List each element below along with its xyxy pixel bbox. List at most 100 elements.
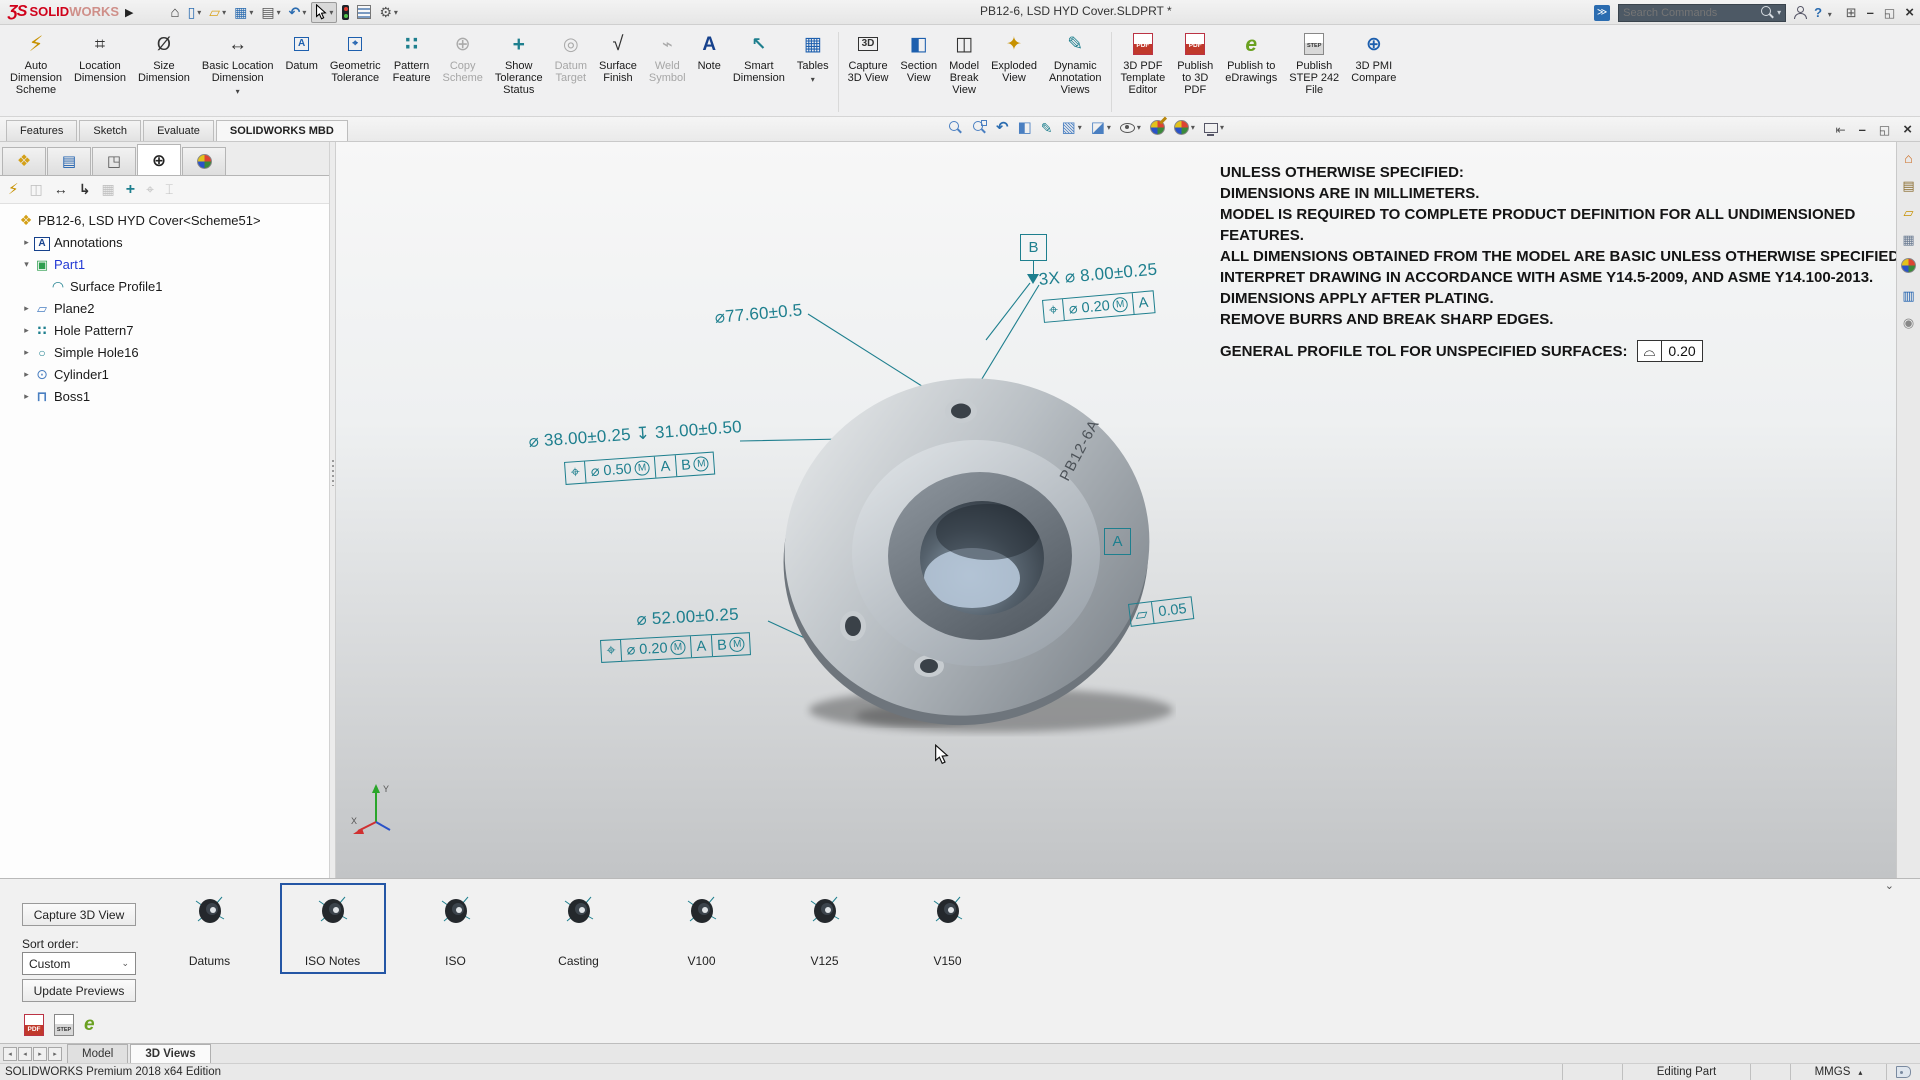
chevron-down-icon[interactable]: ▾ [302, 8, 306, 17]
pattern-feature-button[interactable]: ∷PatternFeature [387, 28, 437, 116]
panel-tab-featuremanager[interactable]: ❖ [2, 147, 46, 175]
chevron-down-icon[interactable]: ▾ [236, 86, 240, 98]
expand-toolbar-button[interactable]: ⊞ [1846, 4, 1857, 22]
settings-button[interactable]: ⚙▾ [376, 2, 401, 23]
chevron-down-icon[interactable]: ▾ [1107, 123, 1111, 132]
general-notes[interactable]: UNLESS OTHERWISE SPECIFIED:DIMENSIONS AR… [1220, 162, 1896, 330]
panel-tab-dimxpertmanager[interactable]: ⊕ [137, 144, 181, 175]
help-button[interactable]: ? ▾ [1814, 5, 1832, 20]
new-document-button[interactable]: ▯▾ [185, 2, 205, 23]
chevron-down-icon[interactable]: ▾ [1220, 123, 1224, 132]
undo-button[interactable]: ↶▾ [286, 2, 310, 23]
capture-3d-view-button[interactable]: Capture 3D View [22, 903, 136, 926]
publish-step-242-file-button[interactable]: STEPPublishSTEP 242File [1283, 28, 1345, 116]
edit-appearance-button[interactable] [1150, 120, 1165, 135]
chevron-down-icon[interactable]: ▾ [1078, 123, 1082, 132]
select-button[interactable]: ▾ [311, 2, 337, 23]
smart-dimension-button[interactable]: ↖SmartDimension [727, 28, 791, 116]
home-button[interactable]: ⌂ [168, 2, 183, 23]
tab-evaluate[interactable]: Evaluate [143, 120, 214, 141]
restore-window-button[interactable]: ◱ [1884, 4, 1895, 22]
show-tolerance-status-button[interactable]: + [126, 181, 135, 199]
show-tolerance-status-button[interactable]: +ShowToleranceStatus [489, 28, 549, 116]
chevron-down-icon[interactable]: ▾ [277, 8, 281, 17]
tab-sketch[interactable]: Sketch [79, 120, 141, 141]
tree-item[interactable]: ❖PB12-6, LSD HYD Cover<Scheme51> [0, 209, 335, 231]
3d-pmi-compare-button[interactable]: ⊕3D PMICompare [1345, 28, 1402, 116]
zoom-to-area-button[interactable] [972, 120, 987, 135]
tree-item[interactable]: ▾▣Part1 [0, 253, 335, 275]
update-previews-button[interactable]: Update Previews [22, 979, 136, 1002]
tab-3d-views[interactable]: 3D Views [130, 1044, 210, 1063]
geometric-tolerance-button[interactable]: ⌖GeometricTolerance [324, 28, 387, 116]
tab-scroll-prev-button[interactable]: ◂ [18, 1047, 32, 1061]
tab-scroll-first-button[interactable]: ◂ [3, 1047, 17, 1061]
previous-view-button[interactable]: ↶ [996, 120, 1009, 135]
dynamic-annotation-views-button[interactable]: ✎DynamicAnnotationViews [1043, 28, 1108, 116]
tab-solidworks-mbd[interactable]: SOLIDWORKS MBD [216, 120, 348, 141]
sort-order-select[interactable]: Custom ⌄ [22, 952, 136, 975]
search-input[interactable] [1623, 7, 1760, 19]
3d-pdf-template-editor-button[interactable]: PDF3D PDFTemplateEditor [1115, 28, 1172, 116]
chevron-down-icon[interactable]: ▾ [197, 8, 201, 17]
close-document-button[interactable]: × [1903, 121, 1912, 139]
tab-features[interactable]: Features [6, 120, 77, 141]
custom-properties-button[interactable]: ▥ [1902, 287, 1914, 305]
datum-button[interactable]: ADatum [279, 28, 323, 116]
tree-item[interactable]: ▸∷Hole Pattern7 [0, 319, 335, 341]
appearances-scenes-button[interactable] [1901, 258, 1916, 278]
view-iso-notes[interactable]: ISO Notes [280, 883, 386, 974]
panel-tab-displaymanager[interactable] [182, 147, 226, 175]
disclosure-collapsed-icon[interactable]: ▸ [20, 303, 33, 314]
rebuild-button[interactable] [339, 2, 352, 23]
disclosure-collapsed-icon[interactable]: ▸ [20, 325, 33, 336]
print-button[interactable]: ▤▾ [258, 2, 283, 23]
panel-tab-configurationmanager[interactable]: ◳ [92, 147, 136, 175]
dynamic-annotation-views-button[interactable]: ✎ [1041, 121, 1053, 135]
panel-splitter[interactable] [329, 142, 335, 878]
model-break-view-button[interactable]: ◫ModelBreakView [943, 28, 985, 116]
publish-to-3d-pdf-button[interactable]: PDFPublishto 3DPDF [1171, 28, 1219, 116]
tree-item[interactable]: ▸▱Plane2 [0, 297, 335, 319]
view-datums[interactable]: Datums [157, 883, 263, 974]
collapse-pane-button[interactable]: ⇤ [1836, 121, 1846, 139]
disclosure-expanded-icon[interactable]: ▾ [20, 259, 33, 270]
chevron-down-icon[interactable]: ▾ [811, 74, 815, 86]
display-style-button[interactable]: ◪▾ [1091, 120, 1111, 135]
chevron-down-icon[interactable]: ▾ [394, 8, 398, 17]
hide-show-items-button[interactable]: ▾ [1120, 123, 1141, 133]
profile-tolerance-note[interactable]: GENERAL PROFILE TOL FOR UNSPECIFIED SURF… [1220, 340, 1703, 362]
options-list-button[interactable] [354, 2, 374, 23]
disclosure-collapsed-icon[interactable]: ▸ [20, 237, 33, 248]
graphics-area[interactable]: PB12-6A UNLESS OTHERWISE SPECIFIED:DIMEN… [336, 142, 1896, 878]
location-dimension-button[interactable]: ⌗LocationDimension [68, 28, 132, 116]
surface-finish-button[interactable]: √SurfaceFinish [593, 28, 643, 116]
publish-step-242-file-button[interactable]: STEP [54, 1014, 74, 1036]
save-button[interactable]: ▦▾ [231, 2, 256, 23]
solidworks-resources-button[interactable]: ⌂ [1904, 150, 1912, 168]
file-explorer-button[interactable]: ▱ [1904, 204, 1914, 222]
zoom-to-fit-button[interactable] [948, 120, 963, 135]
search-commands-box[interactable]: ▾ [1618, 4, 1786, 22]
disclosure-collapsed-icon[interactable]: ▸ [20, 347, 33, 358]
tree-item[interactable]: ▸⊓Boss1 [0, 385, 335, 407]
view-iso[interactable]: ISO [403, 883, 509, 974]
minimize-document-button[interactable]: – [1859, 121, 1866, 139]
tree-item[interactable]: ▸⊙Cylinder1 [0, 363, 335, 385]
chevron-down-icon[interactable]: ▾ [1191, 123, 1195, 132]
auto-dimension-scheme-button[interactable]: ⚡AutoDimensionScheme [4, 28, 68, 116]
design-library-button[interactable]: ▤ [1902, 177, 1914, 195]
view-v125[interactable]: V125 [772, 883, 878, 974]
solidworks-forum-button[interactable]: ◉ [1903, 314, 1914, 332]
restore-document-button[interactable]: ◱ [1879, 121, 1890, 139]
logo-flyout-icon[interactable]: ▶ [125, 6, 133, 19]
tag-button[interactable] [1886, 1064, 1920, 1080]
chevron-down-icon[interactable]: ▾ [249, 8, 253, 17]
panel-tab-propertymanager[interactable]: ▤ [47, 147, 91, 175]
view-v150[interactable]: V150 [895, 883, 1001, 974]
search-icon[interactable] [1760, 5, 1775, 20]
capture-3d-view-button[interactable]: 3DCapture3D View [842, 28, 895, 116]
view-casting[interactable]: Casting [526, 883, 632, 974]
tab-model[interactable]: Model [67, 1044, 128, 1063]
view-palette-button[interactable]: ▦ [1902, 231, 1914, 249]
